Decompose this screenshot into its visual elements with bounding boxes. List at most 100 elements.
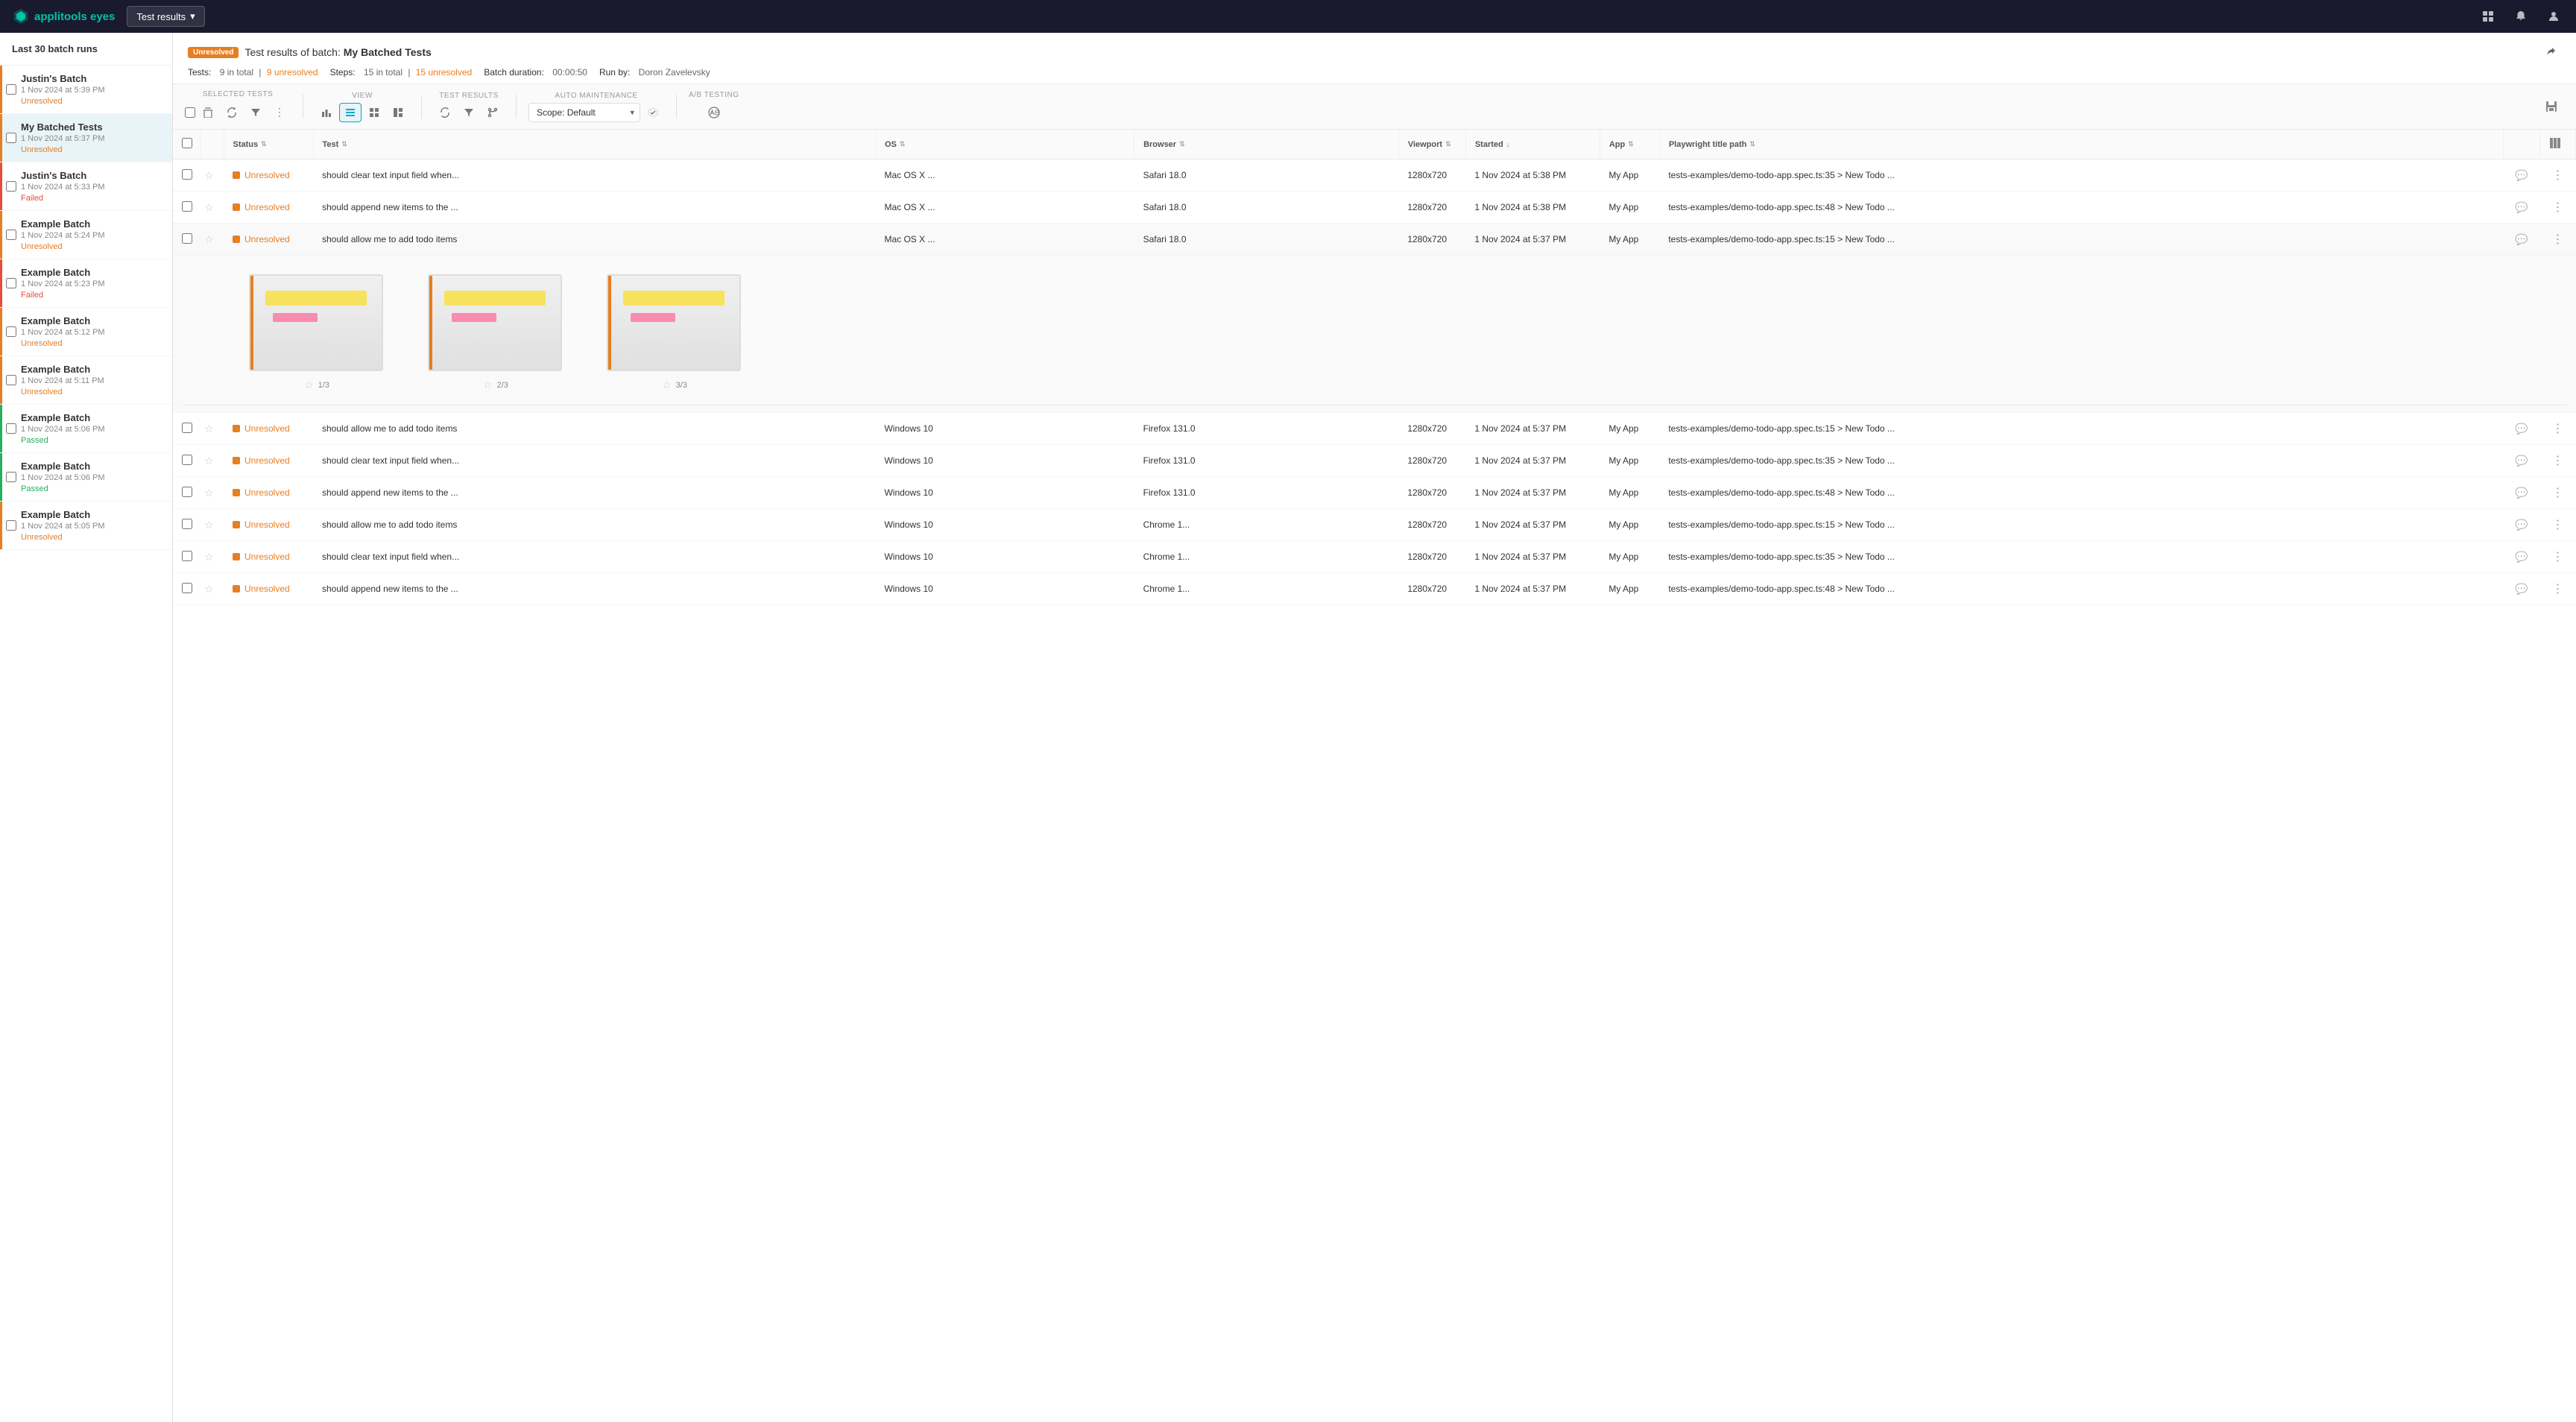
row-comment-button-4[interactable]: 💬 <box>2512 453 2531 469</box>
row-checkbox-6[interactable] <box>182 519 192 529</box>
list-view-button[interactable] <box>339 103 362 122</box>
delete-button[interactable] <box>197 103 219 122</box>
sidebar-item-4[interactable]: Example Batch1 Nov 2024 at 5:23 PMFailed <box>0 259 172 308</box>
row-more-button-7[interactable]: ⋮ <box>2549 548 2567 566</box>
row-more-button-1[interactable]: ⋮ <box>2549 198 2567 216</box>
table-row-1[interactable]: ☆ Unresolved should append new items to … <box>173 192 2576 224</box>
sidebar-checkbox-8[interactable] <box>6 472 16 482</box>
more-options-button[interactable]: ⋮ <box>268 101 291 123</box>
preview-star-2-1[interactable]: ☆ <box>482 377 494 393</box>
results-refresh-button[interactable] <box>434 103 456 122</box>
th-started[interactable]: Started↓ <box>1465 130 1600 159</box>
table-row-5[interactable]: ☆ Unresolved should append new items to … <box>173 477 2576 509</box>
sidebar-item-6[interactable]: Example Batch1 Nov 2024 at 5:11 PMUnreso… <box>0 356 172 405</box>
row-more-button-2[interactable]: ⋮ <box>2549 230 2567 248</box>
sidebar-item-2[interactable]: Justin's Batch1 Nov 2024 at 5:33 PMFaile… <box>0 162 172 211</box>
share-button[interactable] <box>2540 42 2561 63</box>
preview-card-2-2[interactable]: ≠ ☆ 3/3 <box>584 274 763 393</box>
row-star-button-5[interactable]: ☆ <box>203 485 215 501</box>
row-more-button-5[interactable]: ⋮ <box>2549 484 2567 502</box>
row-more-button-8[interactable]: ⋮ <box>2549 580 2567 598</box>
row-comment-button-5[interactable]: 💬 <box>2512 485 2531 501</box>
row-comment-button-6[interactable]: 💬 <box>2512 517 2531 533</box>
row-checkbox-2[interactable] <box>182 233 192 244</box>
row-star-button-2[interactable]: ☆ <box>203 232 215 247</box>
sidebar-item-5[interactable]: Example Batch1 Nov 2024 at 5:12 PMUnreso… <box>0 308 172 356</box>
row-star-button-8[interactable]: ☆ <box>203 581 215 597</box>
preview-star-2-2[interactable]: ☆ <box>660 377 673 393</box>
sidebar-item-0[interactable]: Justin's Batch1 Nov 2024 at 5:39 PMUnres… <box>0 66 172 114</box>
sidebar-checkbox-2[interactable] <box>6 181 16 192</box>
table-row-2[interactable]: ☆ Unresolved should allow me to add todo… <box>173 224 2576 256</box>
sidebar-item-8[interactable]: Example Batch1 Nov 2024 at 5:06 PMPassed <box>0 453 172 502</box>
row-star-button-3[interactable]: ☆ <box>203 421 215 437</box>
sidebar-checkbox-5[interactable] <box>6 326 16 337</box>
preview-star-2-0[interactable]: ☆ <box>303 377 315 393</box>
sidebar-checkbox-0[interactable] <box>6 84 16 95</box>
row-star-button-6[interactable]: ☆ <box>203 517 215 533</box>
th-path[interactable]: Playwright title path⇅ <box>1659 130 2503 159</box>
bell-icon-button[interactable] <box>2510 6 2531 27</box>
table-row-4[interactable]: ☆ Unresolved should clear text input fie… <box>173 445 2576 477</box>
row-checkbox-3[interactable] <box>182 423 192 433</box>
sidebar-checkbox-7[interactable] <box>6 423 16 434</box>
table-row-0[interactable]: ☆ Unresolved should clear text input fie… <box>173 159 2576 192</box>
th-browser[interactable]: Browser⇅ <box>1134 130 1399 159</box>
sidebar-checkbox-9[interactable] <box>6 520 16 531</box>
sidebar-item-1[interactable]: My Batched Tests1 Nov 2024 at 5:37 PMUnr… <box>0 114 172 162</box>
branch-button[interactable] <box>482 103 504 122</box>
row-comment-button-2[interactable]: 💬 <box>2512 232 2531 247</box>
th-viewport[interactable]: Viewport⇅ <box>1398 130 1465 159</box>
select-all-checkbox[interactable] <box>185 107 195 118</box>
test-results-dropdown[interactable]: Test results ▾ <box>127 6 204 27</box>
sidebar-item-3[interactable]: Example Batch1 Nov 2024 at 5:24 PMUnreso… <box>0 211 172 259</box>
th-test[interactable]: Test⇅ <box>313 130 875 159</box>
th-app[interactable]: App⇅ <box>1600 130 1659 159</box>
row-star-button-4[interactable]: ☆ <box>203 453 215 469</box>
row-comment-button-8[interactable]: 💬 <box>2512 581 2531 597</box>
row-comment-button-3[interactable]: 💬 <box>2512 421 2531 437</box>
sidebar-item-9[interactable]: Example Batch1 Nov 2024 at 5:05 PMUnreso… <box>0 502 172 550</box>
header-checkbox[interactable] <box>182 138 192 148</box>
th-os[interactable]: OS⇅ <box>875 130 1134 159</box>
row-more-button-0[interactable]: ⋮ <box>2549 166 2567 184</box>
row-checkbox-7[interactable] <box>182 551 192 561</box>
row-comment-button-1[interactable]: 💬 <box>2512 200 2531 215</box>
row-more-button-3[interactable]: ⋮ <box>2549 420 2567 437</box>
row-star-button-1[interactable]: ☆ <box>203 200 215 215</box>
ab-testing-button[interactable] <box>702 102 726 123</box>
filter-button[interactable] <box>244 103 267 122</box>
sidebar-checkbox-1[interactable] <box>6 133 16 143</box>
preview-card-2-0[interactable]: ≠ ☆ 1/3 <box>227 274 405 393</box>
row-checkbox-5[interactable] <box>182 487 192 497</box>
panel-view-button[interactable] <box>387 103 409 122</box>
scope-select[interactable]: Scope: Default <box>528 103 640 122</box>
sidebar-checkbox-4[interactable] <box>6 278 16 288</box>
grid-icon-button[interactable] <box>2478 6 2498 27</box>
refresh-button[interactable] <box>221 103 243 122</box>
row-checkbox-1[interactable] <box>182 201 192 212</box>
row-star-button-7[interactable]: ☆ <box>203 549 215 565</box>
th-status[interactable]: Status⇅ <box>224 130 313 159</box>
row-checkbox-8[interactable] <box>182 583 192 593</box>
row-star-button-0[interactable]: ☆ <box>203 168 215 183</box>
maintenance-action-button[interactable] <box>642 103 664 122</box>
row-more-button-6[interactable]: ⋮ <box>2549 516 2567 534</box>
table-row-7[interactable]: ☆ Unresolved should clear text input fie… <box>173 541 2576 573</box>
row-comment-button-0[interactable]: 💬 <box>2512 168 2531 183</box>
sidebar-item-7[interactable]: Example Batch1 Nov 2024 at 5:06 PMPassed <box>0 405 172 453</box>
results-filter-button[interactable] <box>458 103 480 122</box>
user-icon-button[interactable] <box>2543 6 2564 27</box>
table-row-3[interactable]: ☆ Unresolved should allow me to add todo… <box>173 413 2576 445</box>
grid-view-button[interactable] <box>363 103 385 122</box>
row-comment-button-7[interactable]: 💬 <box>2512 549 2531 565</box>
sidebar-checkbox-3[interactable] <box>6 230 16 240</box>
table-row-6[interactable]: ☆ Unresolved should allow me to add todo… <box>173 509 2576 541</box>
table-row-8[interactable]: ☆ Unresolved should append new items to … <box>173 573 2576 605</box>
row-more-button-4[interactable]: ⋮ <box>2549 452 2567 470</box>
sidebar-checkbox-6[interactable] <box>6 375 16 385</box>
chart-view-button[interactable] <box>315 103 338 122</box>
row-checkbox-0[interactable] <box>182 169 192 180</box>
preview-card-2-1[interactable]: ≠ ☆ 2/3 <box>405 274 584 393</box>
save-results-button[interactable] <box>2539 95 2564 118</box>
